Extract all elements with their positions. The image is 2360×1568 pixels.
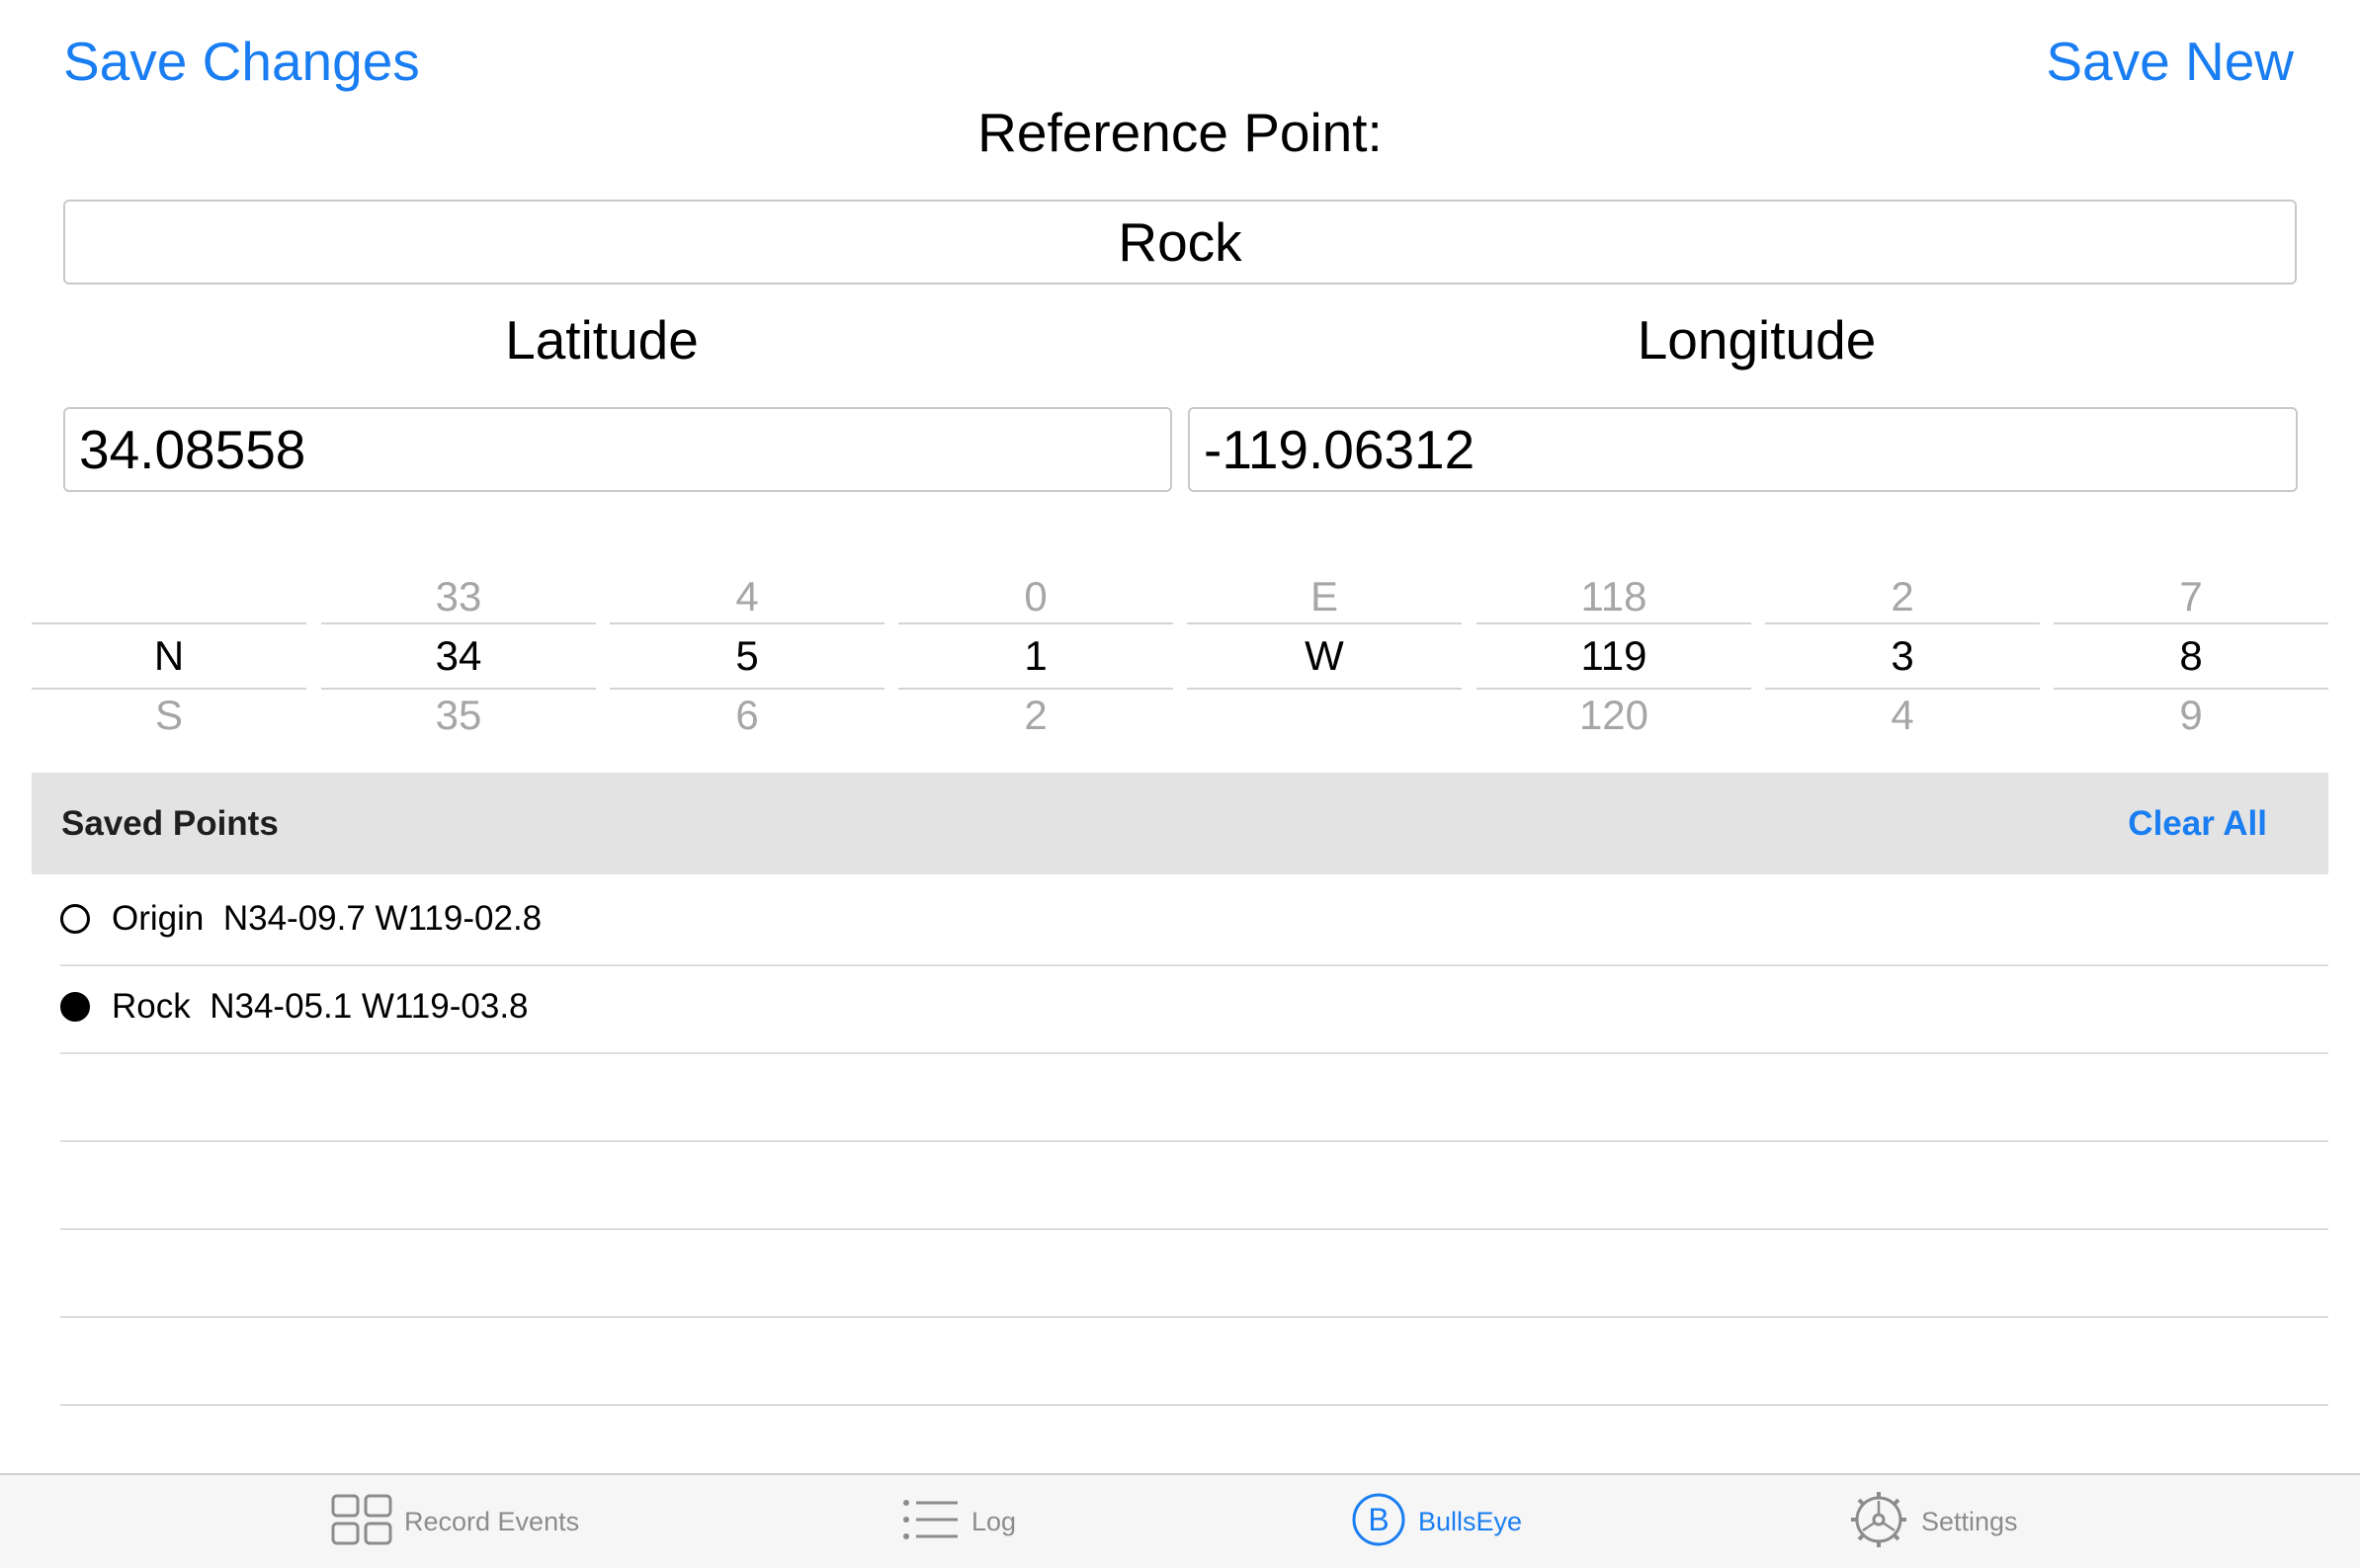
picker-divider [2054,688,2328,690]
picker-value-below[interactable]: 35 [321,692,596,739]
saved-point-row-rock[interactable]: Rock N34-05.1 W119-03.8 [60,965,2328,1054]
picker-value-below[interactable]: S [32,692,306,739]
picker-value-selected[interactable]: 34 [321,632,596,680]
radio-unselected-icon[interactable] [60,904,90,934]
picker-column-lon-minutes-units[interactable]: 7 8 9 [2054,563,2328,741]
picker-column-lon-degrees[interactable]: 118 119 120 [1476,563,1751,741]
saved-points-header: Saved Points Clear All [32,773,2328,874]
picker-divider [2054,622,2328,624]
bullseye-b-icon: B [1351,1492,1406,1552]
empty-row [60,1053,2328,1142]
picker-value-selected[interactable]: 119 [1476,632,1751,680]
picker-divider [898,688,1173,690]
picker-value-selected[interactable]: 5 [610,632,885,680]
picker-value-selected[interactable]: 8 [2054,632,2328,680]
longitude-field[interactable] [1188,407,2298,492]
tab-bullseye[interactable]: B BullsEye [1351,1475,1522,1568]
tab-label: Log [971,1506,1017,1536]
picker-divider [32,688,306,690]
clear-all-button[interactable]: Clear All [2128,804,2267,844]
latitude-field[interactable] [63,407,1172,492]
saved-point-coords: N34-05.1 W119-03.8 [210,987,529,1026]
tab-record-events[interactable]: Record Events [331,1475,579,1568]
picker-divider [1476,622,1751,624]
tab-bar: Record Events Log B BullsEye Settings [0,1473,2360,1568]
picker-value-above[interactable]: 2 [1765,573,2040,620]
gear-icon [1848,1489,1909,1555]
picker-value-below[interactable]: 6 [610,692,885,739]
picker-value-above[interactable]: 33 [321,573,596,620]
saved-point-name: Rock [112,987,191,1026]
picker-column-lat-degrees[interactable]: 33 34 35 [321,563,596,741]
picker-value-above[interactable]: 7 [2054,573,2328,620]
save-new-button[interactable]: Save New [2046,30,2294,93]
tab-label: BullsEye [1418,1506,1523,1536]
picker-divider [321,688,596,690]
saved-points-title: Saved Points [61,804,279,843]
picker-column-lon-minutes-tens[interactable]: 2 3 4 [1765,563,2040,741]
picker-column-lat-minutes-units[interactable]: 0 1 2 [898,563,1173,741]
empty-row [60,1141,2328,1230]
tab-label: Settings [1921,1506,2018,1536]
picker-value-selected[interactable]: 1 [898,632,1173,680]
svg-text:B: B [1368,1502,1389,1537]
empty-row [60,1229,2328,1318]
tab-log[interactable]: Log [902,1475,1016,1568]
tab-settings[interactable]: Settings [1848,1475,2018,1568]
empty-row [60,1317,2328,1406]
picker-divider [1765,622,2040,624]
reference-point-title: Reference Point: [977,102,1383,163]
radio-selected-icon[interactable] [60,992,90,1022]
saved-point-coords: N34-09.7 W119-02.8 [222,899,543,938]
picker-value-above[interactable]: 4 [610,573,885,620]
picker-value-above[interactable]: 0 [898,573,1173,620]
saved-point-name: Origin [112,899,205,938]
picker-column-lat-minutes-tens[interactable]: 4 5 6 [610,563,885,741]
picker-divider [898,622,1173,624]
latitude-label: Latitude [505,309,699,371]
picker-value-selected[interactable]: W [1187,632,1462,680]
picker-divider [1187,688,1462,690]
picker-value-below[interactable]: 4 [1765,692,2040,739]
picker-divider [1765,688,2040,690]
picker-value-above[interactable]: 118 [1476,573,1751,620]
picker-value-above[interactable]: E [1187,573,1462,620]
picker-value-below[interactable]: 120 [1476,692,1751,739]
picker-column-hemisphere-lon[interactable]: E W [1187,563,1462,741]
saved-point-row-origin[interactable]: Origin N34-09.7 W119-02.8 [60,877,2328,966]
picker-value-below[interactable]: 9 [2054,692,2328,739]
picker-value-selected[interactable]: N [32,632,306,680]
grid-icon [331,1494,392,1550]
picker-divider [610,622,885,624]
picker-divider [32,622,306,624]
picker-divider [1476,688,1751,690]
tab-label: Record Events [404,1506,580,1536]
picker-value-selected[interactable]: 3 [1765,632,2040,680]
picker-value-below[interactable]: 2 [898,692,1173,739]
longitude-label: Longitude [1637,309,1877,371]
reference-name-field[interactable] [63,200,2297,285]
picker-column-hemisphere-lat[interactable]: N S [32,563,306,741]
picker-divider [1187,622,1462,624]
picker-divider [610,688,885,690]
picker-divider [321,622,596,624]
save-changes-button[interactable]: Save Changes [63,30,420,93]
list-icon [902,1498,960,1546]
